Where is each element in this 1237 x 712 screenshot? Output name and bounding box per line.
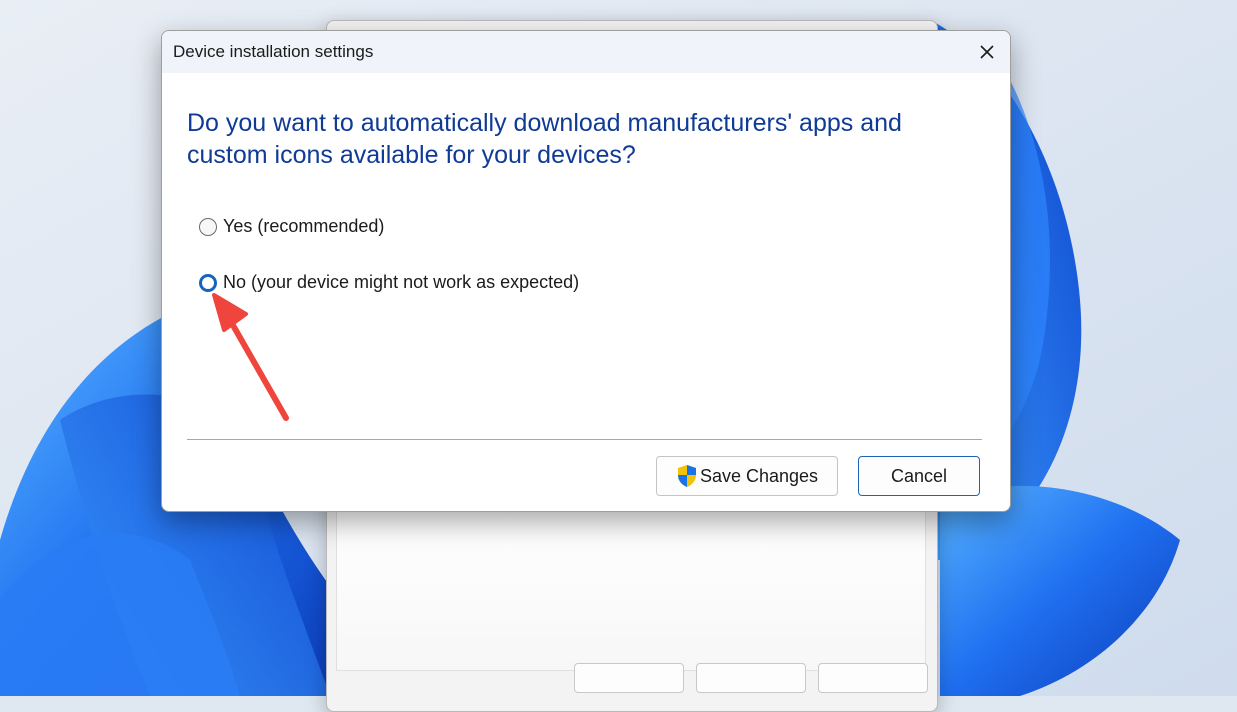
- option-yes-label: Yes (recommended): [223, 216, 385, 236]
- option-no-label: No (your device might not work as expect…: [223, 272, 580, 292]
- uac-shield-icon: [677, 465, 696, 487]
- device-installation-dialog: Device installation settings Do you want…: [161, 30, 1011, 512]
- title-bar: Device installation settings: [162, 31, 1010, 73]
- background-button: [696, 663, 806, 693]
- close-icon: [980, 45, 994, 59]
- question-text: Do you want to automatically download ma…: [187, 109, 902, 169]
- save-changes-button[interactable]: Save Changes: [656, 456, 838, 496]
- radio-yes[interactable]: [199, 217, 217, 236]
- separator: [187, 439, 982, 440]
- background-window-panel: [336, 511, 926, 671]
- cancel-label: Cancel: [890, 465, 948, 486]
- dialog-title: Device installation settings: [173, 42, 374, 61]
- radio-no[interactable]: [199, 273, 217, 292]
- cancel-button[interactable]: Cancel: [858, 456, 980, 496]
- option-no[interactable]: No (your device might not work as expect…: [199, 272, 579, 293]
- option-yes[interactable]: Yes (recommended): [199, 216, 384, 237]
- background-button: [574, 663, 684, 693]
- background-button: [818, 663, 928, 693]
- save-changes-label: Save Changes: [699, 465, 819, 486]
- close-button[interactable]: [964, 31, 1010, 73]
